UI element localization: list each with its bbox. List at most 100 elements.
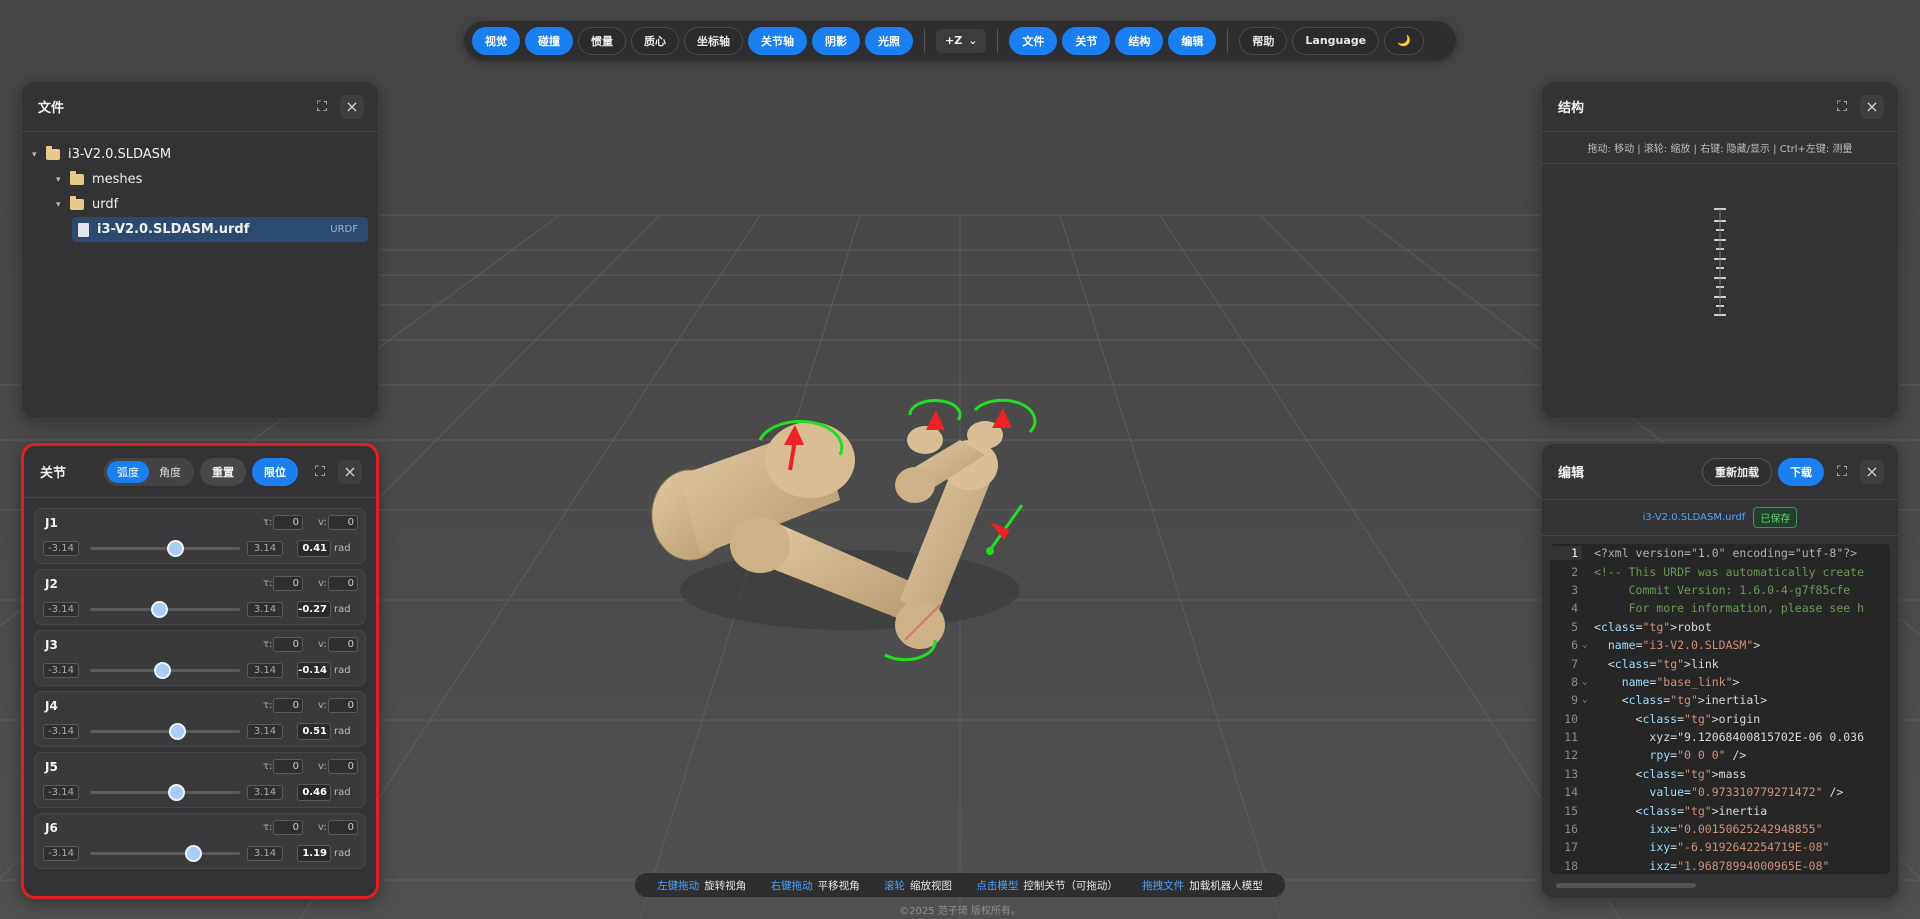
joint-value-input[interactable]: 0.51 — [297, 723, 331, 740]
code-line[interactable]: 11 xyz="9.12068400815702E-06 0.036 — [1550, 728, 1890, 746]
caret-down-icon[interactable]: ▾ — [56, 175, 70, 185]
fold-chevron-icon[interactable]: ⌄ — [1582, 695, 1594, 705]
slider-thumb[interactable] — [150, 601, 168, 618]
joint-value-input[interactable]: -0.14 — [297, 662, 331, 679]
slider-thumb[interactable] — [169, 723, 187, 740]
joint-value-input[interactable]: 1.19 — [297, 845, 331, 862]
code-line[interactable]: 17 ixy="-6.9192642254719E-08" — [1550, 838, 1890, 856]
maximize-icon[interactable]: ⛶ — [1830, 95, 1854, 119]
joint-max-input[interactable]: 3.14 — [247, 846, 283, 861]
code-line[interactable]: 7 <class="tg">link — [1550, 654, 1890, 672]
torque-input[interactable]: 0 — [273, 698, 303, 713]
joint-max-input[interactable]: 3.14 — [247, 541, 283, 556]
joint-max-input[interactable]: 3.14 — [247, 602, 283, 617]
toggle-structure-panel-button[interactable]: 结构 — [1115, 26, 1164, 55]
fold-chevron-icon[interactable]: ⌄ — [1582, 640, 1594, 650]
torque-input[interactable]: 0 — [273, 759, 303, 774]
joint-slider[interactable] — [90, 723, 240, 740]
toggle-visual-button[interactable]: 视觉 — [472, 26, 520, 55]
torque-input[interactable]: 0 — [273, 576, 303, 591]
joint-slider[interactable] — [90, 601, 240, 618]
up-axis-select[interactable]: +Z ⌄ — [936, 28, 987, 53]
toggle-axes-button[interactable]: 坐标轴 — [684, 26, 743, 55]
slider-thumb[interactable] — [167, 784, 185, 801]
code-line[interactable]: 3 Commit Version: 1.6.0-4-g7f85cfe — [1550, 581, 1890, 599]
maximize-icon[interactable]: ⛶ — [310, 95, 334, 119]
close-icon[interactable]: × — [338, 459, 362, 484]
velocity-input[interactable]: 0 — [328, 820, 358, 835]
torque-input[interactable]: 0 — [273, 820, 303, 835]
code-line[interactable]: 13 <class="tg">mass — [1550, 765, 1890, 783]
maximize-icon[interactable]: ⛶ — [1830, 460, 1854, 484]
reload-button[interactable]: 重新加载 — [1702, 457, 1772, 486]
code-line[interactable]: 12 rpy="0 0 0" /> — [1550, 746, 1890, 764]
joint-value-input[interactable]: -0.27 — [297, 601, 331, 618]
language-button[interactable]: Language — [1292, 26, 1380, 55]
joint-slider[interactable] — [90, 540, 240, 557]
joint-min-input[interactable]: -3.14 — [43, 663, 79, 678]
toggle-shadow-button[interactable]: 阴影 — [812, 26, 860, 55]
torque-input[interactable]: 0 — [273, 637, 303, 652]
slider-thumb[interactable] — [166, 540, 184, 557]
code-line[interactable]: 15 <class="tg">inertia — [1550, 801, 1890, 819]
code-line[interactable]: 10 <class="tg">origin — [1550, 710, 1890, 728]
code-line[interactable]: 5 <class="tg">robot — [1550, 618, 1890, 636]
velocity-input[interactable]: 0 — [328, 515, 358, 530]
joint-max-input[interactable]: 3.14 — [247, 663, 283, 678]
toggle-editor-panel-button[interactable]: 编辑 — [1168, 26, 1217, 55]
slider-thumb[interactable] — [153, 662, 171, 679]
joint-slider[interactable] — [90, 784, 240, 801]
close-icon[interactable]: × — [340, 94, 364, 119]
code-line[interactable]: 16 ixx="0.00150625242948855" — [1550, 820, 1890, 838]
joint-min-input[interactable]: -3.14 — [43, 785, 79, 800]
code-line[interactable]: 4 For more information, please see h — [1550, 599, 1890, 617]
joint-value-input[interactable]: 0.46 — [297, 784, 331, 801]
tree-folder-meshes[interactable]: ▾ meshes — [32, 167, 368, 192]
code-line[interactable]: 2 <!-- This URDF was automatically create — [1550, 562, 1890, 580]
toggle-collision-button[interactable]: 碰撞 — [525, 26, 573, 55]
code-line[interactable]: 6 ⌄ name="i3-V2.0.SLDASM"> — [1550, 636, 1890, 654]
radian-mode-button[interactable]: 弧度 — [107, 460, 150, 483]
help-button[interactable]: 帮助 — [1239, 26, 1288, 55]
structure-graph[interactable] — [1542, 164, 1898, 404]
toggle-com-button[interactable]: 质心 — [631, 26, 679, 55]
tree-file-urdf[interactable]: i3-V2.0.SLDASM.urdf URDF — [72, 217, 368, 242]
joint-slider[interactable] — [90, 662, 240, 679]
slider-thumb[interactable] — [185, 845, 203, 862]
joint-min-input[interactable]: -3.14 — [43, 846, 79, 861]
code-line[interactable]: 8 ⌄ name="base_link"> — [1550, 673, 1890, 691]
caret-down-icon[interactable]: ▾ — [56, 200, 70, 210]
degree-mode-button[interactable]: 角度 — [149, 461, 191, 483]
toggle-lighting-button[interactable]: 光照 — [865, 26, 913, 55]
joint-value-input[interactable]: 0.41 — [297, 540, 331, 557]
code-editor[interactable]: 1 <?xml version="1.0" encoding="utf-8"?> 2… — [1550, 544, 1890, 874]
toggle-joint-axes-button[interactable]: 关节轴 — [748, 26, 807, 55]
velocity-input[interactable]: 0 — [328, 637, 358, 652]
close-icon[interactable]: × — [1860, 94, 1884, 119]
joint-min-input[interactable]: -3.14 — [43, 541, 79, 556]
torque-input[interactable]: 0 — [273, 515, 303, 530]
reset-button[interactable]: 重置 — [200, 457, 247, 486]
toggle-files-panel-button[interactable]: 文件 — [1009, 26, 1058, 55]
download-button[interactable]: 下载 — [1778, 457, 1824, 486]
close-icon[interactable]: × — [1860, 459, 1884, 484]
velocity-input[interactable]: 0 — [328, 576, 358, 591]
joint-max-input[interactable]: 3.14 — [247, 724, 283, 739]
toggle-joints-panel-button[interactable]: 关节 — [1062, 26, 1111, 55]
velocity-input[interactable]: 0 — [328, 759, 358, 774]
tree-folder-root[interactable]: ▾ i3-V2.0.SLDASM — [32, 142, 368, 167]
maximize-icon[interactable]: ⛶ — [308, 460, 332, 484]
toggle-inertia-button[interactable]: 惯量 — [578, 26, 626, 55]
velocity-input[interactable]: 0 — [328, 698, 358, 713]
code-line[interactable]: 18 ixz="1.96878994000965E-08" — [1550, 857, 1890, 874]
code-line[interactable]: 1 <?xml version="1.0" encoding="utf-8"?> — [1550, 544, 1890, 562]
fold-chevron-icon[interactable]: ⌄ — [1582, 677, 1594, 687]
theme-toggle-button[interactable]: 🌙 — [1384, 26, 1424, 55]
joint-min-input[interactable]: -3.14 — [43, 724, 79, 739]
joint-min-input[interactable]: -3.14 — [43, 602, 79, 617]
caret-down-icon[interactable]: ▾ — [32, 150, 46, 160]
code-line[interactable]: 9 ⌄ <class="tg">inertial> — [1550, 691, 1890, 709]
joint-slider[interactable] — [90, 845, 240, 862]
horizontal-scrollbar[interactable] — [1556, 883, 1696, 888]
limits-button[interactable]: 限位 — [252, 457, 299, 486]
